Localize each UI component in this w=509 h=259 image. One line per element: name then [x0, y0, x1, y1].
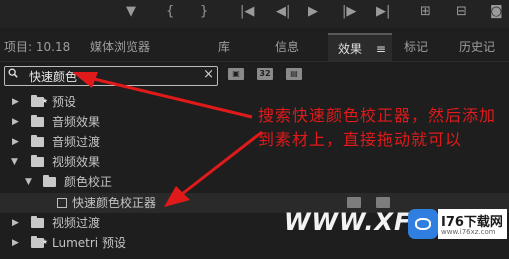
arrow-to-effect: [164, 130, 263, 207]
site-logo-url: www.i76xz.com: [441, 228, 496, 236]
annotation-text: 搜索快速颜色校正器，然后添加到素材上，直接拖动就可以: [258, 106, 497, 149]
arrow-to-search: [72, 72, 253, 119]
site-logo-icon: [408, 209, 438, 239]
